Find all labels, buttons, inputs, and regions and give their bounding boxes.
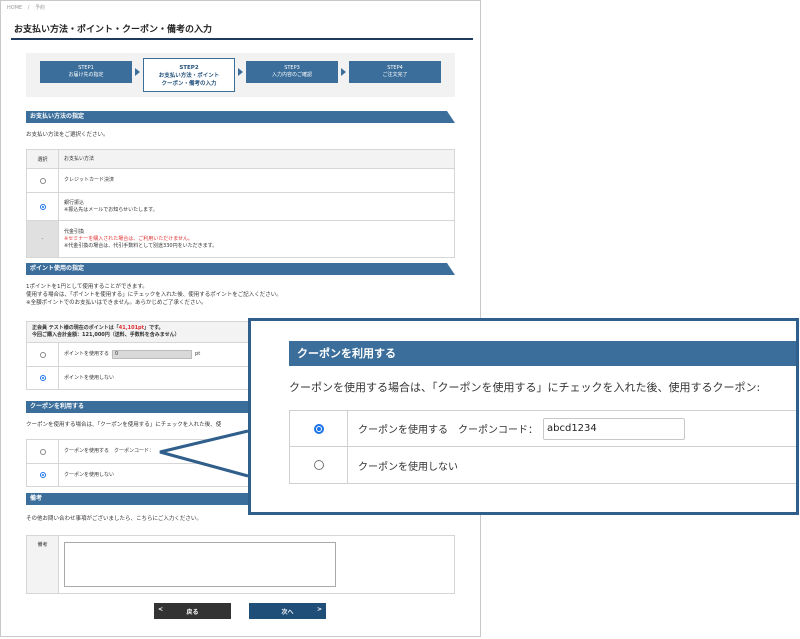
- zoom-coupon-nouse-option[interactable]: クーポンを使用しない: [290, 447, 796, 483]
- zoom-coupon-heading: クーポンを利用する: [289, 341, 796, 366]
- zoom-coupon-description: クーポンを使用する場合は、「クーポンを使用する」にチェックを入れた後、使用するク…: [289, 381, 761, 394]
- zoom-radio-no-coupon[interactable]: [313, 460, 324, 470]
- zoom-radio-use-coupon-selected[interactable]: [313, 423, 324, 434]
- coupon-code-input[interactable]: abcd1234: [543, 417, 685, 440]
- coupon-zoom-callout: クーポンを利用する クーポンを使用する場合は、「クーポンを使用する」にチェックを…: [248, 318, 799, 515]
- zoom-coupon-use-option[interactable]: クーポンを使用する クーポンコード： abcd1234: [290, 411, 796, 447]
- zoom-coupon-table: クーポンを使用する クーポンコード： abcd1234 クーポンを使用しない: [289, 410, 796, 484]
